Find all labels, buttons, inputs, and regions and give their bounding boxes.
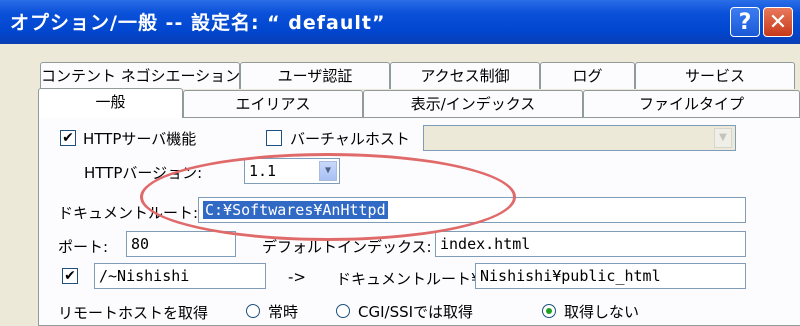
user-path-input[interactable]: /~Nishishi [94, 263, 266, 289]
doc-root-input[interactable]: C:¥Softwares¥AnHttpd [198, 197, 746, 223]
http-version-select[interactable]: 1.1 ▼ [244, 158, 340, 184]
tab-content-negotiation[interactable]: コンテント ネゴシエーション [40, 62, 240, 89]
help-button[interactable]: ? [730, 7, 760, 37]
tab-log[interactable]: ログ [540, 62, 635, 89]
arrow-label: -> [288, 268, 306, 286]
http-server-label: HTTPサーバ機能 [83, 130, 197, 148]
radio-always-label: 常時 [268, 303, 299, 321]
radio-never-label: 取得しない [564, 303, 640, 321]
chevron-down-icon[interactable]: ▼ [319, 161, 337, 181]
window-title: オプション/一般 -- 設定名: “ default” [10, 12, 386, 34]
remote-host-label: リモートホストを取得 [58, 304, 209, 322]
user-dir-checkbox[interactable]: ✔ [62, 268, 78, 284]
tab-service[interactable]: サービス [635, 62, 795, 89]
http-version-value: 1.1 [249, 162, 277, 180]
port-label: ポート: [58, 238, 109, 256]
default-index-input[interactable]: index.html [435, 231, 746, 257]
tab-access-control[interactable]: アクセス制御 [390, 62, 540, 89]
tab-user-auth[interactable]: ユーザ認証 [240, 62, 390, 89]
radio-always[interactable] [246, 304, 260, 318]
tab-file-type[interactable]: ファイルタイプ [583, 90, 800, 117]
doc-root-value: C:¥Softwares¥AnHttpd [203, 201, 388, 219]
default-index-label: デフォルトインデックス: [262, 238, 432, 256]
virtual-host-select[interactable] [423, 125, 736, 151]
radio-cgi-ssi-label: CGI/SSIでは取得 [358, 303, 474, 321]
tab-alias[interactable]: エイリアス [183, 90, 363, 117]
doc-root-label: ドキュメントルート: [58, 204, 199, 222]
port-input[interactable]: 80 [126, 231, 236, 257]
virtual-host-checkbox[interactable] [266, 130, 282, 146]
user-doc-root-input[interactable]: Nishishi¥public_html [475, 263, 746, 289]
tab-general[interactable]: 一般 [38, 88, 183, 118]
tab-display-index[interactable]: 表示/インデックス [363, 90, 583, 117]
radio-never[interactable] [542, 304, 556, 318]
radio-cgi-ssi[interactable] [336, 304, 350, 318]
title-bar[interactable]: オプション/一般 -- 設定名: “ default” ? ✕ [0, 0, 800, 44]
close-button[interactable]: ✕ [763, 7, 793, 37]
http-version-label: HTTPバージョン: [84, 164, 203, 182]
virtual-host-label: バーチャルホスト [290, 130, 410, 148]
http-server-checkbox[interactable]: ✔ [60, 130, 76, 146]
user-doc-root-label: ドキュメントルート¥ [336, 270, 481, 288]
chevron-down-icon[interactable]: ▼ [714, 128, 732, 148]
